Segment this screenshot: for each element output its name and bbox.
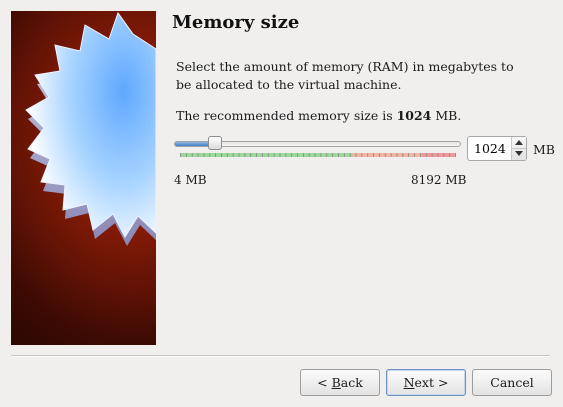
memory-max-label: 8192 MB <box>411 173 467 187</box>
recommended-value: 1024 <box>396 108 432 123</box>
spin-buttons <box>511 137 526 160</box>
next-mnemonic: N <box>403 375 415 390</box>
cancel-button[interactable]: Cancel <box>472 369 552 396</box>
next-button[interactable]: Next > <box>386 369 466 396</box>
back-mnemonic: B <box>331 375 341 390</box>
back-button[interactable]: < Back <box>300 369 380 396</box>
back-prefix: < <box>317 375 332 390</box>
memory-spinbox[interactable] <box>467 136 527 161</box>
wizard-banner-image <box>11 11 156 345</box>
recommended-suffix: MB. <box>431 108 462 123</box>
arrow-up-icon <box>515 140 523 145</box>
memory-slider-scale <box>180 153 456 157</box>
arrow-down-icon <box>515 151 523 156</box>
page-title: Memory size <box>172 12 300 33</box>
memory-min-label: 4 MB <box>174 173 207 187</box>
memory-zone-1 <box>352 153 422 157</box>
memory-slider-handle[interactable] <box>208 136 222 150</box>
spin-down-button[interactable] <box>512 148 526 159</box>
next-label: ext > <box>414 375 449 390</box>
button-separator <box>11 355 550 357</box>
recommended-memory-text: The recommended memory size is 1024 MB. <box>176 108 461 123</box>
description-text: Select the amount of memory (RAM) in meg… <box>176 59 514 92</box>
memory-input[interactable] <box>468 137 512 160</box>
memory-unit-label: MB <box>533 142 555 157</box>
memory-zone-2 <box>421 153 456 157</box>
back-label: ack <box>340 375 363 390</box>
recommended-prefix: The recommended memory size is <box>176 108 397 123</box>
